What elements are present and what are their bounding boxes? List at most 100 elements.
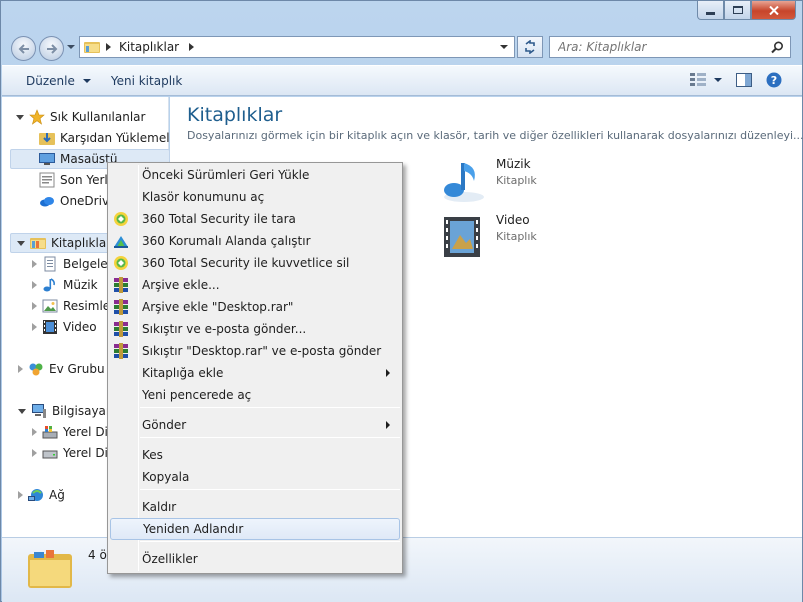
- context-menu-item[interactable]: Sıkıştır ve e-posta gönder...: [110, 318, 400, 340]
- music-note-icon: [43, 278, 55, 292]
- nav-item-label: Karşıdan Yüklemeler: [60, 131, 182, 145]
- nav-homegroup[interactable]: Ev Grubu: [18, 359, 105, 379]
- context-menu-item[interactable]: Kaldır: [110, 496, 400, 518]
- new-library-button[interactable]: Yeni kitaplık: [101, 69, 192, 93]
- caption-buttons: [697, 1, 796, 20]
- address-history-dropdown[interactable]: [500, 45, 508, 49]
- context-menu-item[interactable]: Önceki Sürümleri Geri Yükle: [110, 164, 400, 186]
- drive-icon: [42, 450, 58, 459]
- maximize-button[interactable]: [724, 1, 751, 20]
- nav-item-onedrive[interactable]: OneDrive: [39, 191, 116, 211]
- recent-pages-dropdown[interactable]: [67, 45, 75, 49]
- maximize-icon: [732, 6, 743, 14]
- context-menu-item[interactable]: Klasör konumunu aç: [110, 186, 400, 208]
- library-tile-music[interactable]: Müzik Kitaplık: [440, 157, 537, 205]
- expand-arrow-icon[interactable]: [32, 428, 37, 436]
- context-menu-separator: [140, 541, 400, 542]
- refresh-button[interactable]: [517, 36, 543, 58]
- expand-arrow-icon[interactable]: [18, 408, 26, 414]
- context-menu-item[interactable]: Arşive ekle "Desktop.rar": [110, 296, 400, 318]
- 360-security-icon: [114, 256, 128, 270]
- nav-item-pictures[interactable]: Resimler: [32, 296, 115, 316]
- search-input[interactable]: [558, 40, 758, 54]
- context-menu-item[interactable]: 360 Total Security ile tara: [110, 208, 400, 230]
- nav-computer[interactable]: Bilgisayar: [18, 401, 111, 421]
- context-menu-item-label: Yeni pencerede aç: [142, 388, 252, 402]
- minimize-icon: [706, 11, 715, 15]
- organize-button[interactable]: Düzenle: [16, 69, 101, 93]
- context-menu-item[interactable]: Arşive ekle...: [110, 274, 400, 296]
- search-box[interactable]: [549, 36, 791, 58]
- expand-arrow-icon[interactable]: [32, 302, 37, 310]
- system-drive-icon: [42, 426, 58, 439]
- libraries-folder-icon: [84, 42, 100, 53]
- expand-arrow-icon[interactable]: [18, 365, 23, 373]
- back-button[interactable]: [11, 36, 36, 61]
- nav-item-downloads[interactable]: Karşıdan Yüklemeler: [39, 128, 182, 148]
- context-menu-item[interactable]: Özellikler: [110, 548, 400, 570]
- close-button[interactable]: [751, 1, 796, 20]
- chevron-down-icon: [714, 78, 722, 82]
- page-title: Kitaplıklar: [187, 104, 283, 126]
- context-menu-item-label: 360 Korumalı Alanda çalıştır: [142, 234, 311, 248]
- nav-item-documents[interactable]: Belgeler: [32, 254, 113, 274]
- view-options-button[interactable]: [690, 73, 722, 87]
- nav-computer-label: Bilgisayar: [52, 404, 111, 418]
- context-menu-item[interactable]: 360 Total Security ile kuvvetlice sil: [110, 252, 400, 274]
- forward-button[interactable]: [39, 36, 64, 61]
- expand-arrow-icon[interactable]: [16, 114, 24, 120]
- svg-text:?: ?: [771, 74, 777, 87]
- desktop-icon: [39, 153, 55, 165]
- expand-arrow-icon[interactable]: [17, 240, 25, 246]
- expand-arrow-icon[interactable]: [18, 491, 23, 499]
- refresh-icon: [525, 40, 535, 54]
- context-menu-item[interactable]: 360 Korumalı Alanda çalıştır: [110, 230, 400, 252]
- nav-item-music[interactable]: Müzik: [32, 275, 98, 295]
- search-icon[interactable]: [771, 41, 784, 54]
- library-type: Kitaplık: [496, 230, 537, 243]
- expand-arrow-icon[interactable]: [32, 449, 37, 457]
- context-menu-item-label: Kaldır: [142, 500, 177, 514]
- status-item-count: 4 ö: [88, 548, 107, 562]
- expand-arrow-icon[interactable]: [32, 281, 37, 289]
- help-icon[interactable]: ?: [766, 72, 782, 88]
- context-menu-item[interactable]: Yeniden Adlandır: [110, 518, 400, 540]
- expand-arrow-icon[interactable]: [32, 323, 37, 331]
- context-menu-item[interactable]: Kes: [110, 444, 400, 466]
- nav-item-videos[interactable]: Video: [32, 317, 97, 337]
- nav-item-label: Müzik: [63, 278, 98, 292]
- winrar-icon: [114, 299, 128, 315]
- context-menu-item[interactable]: Kopyala: [110, 466, 400, 488]
- address-bar[interactable]: Kitaplıklar: [79, 36, 515, 58]
- nav-favorites[interactable]: Sık Kullanılanlar: [16, 107, 145, 127]
- page-description: Dosyalarınızı görmek için bir kitaplık a…: [187, 129, 803, 142]
- context-menu-item-label: Kopyala: [142, 470, 190, 484]
- context-menu-item-label: Gönder: [142, 418, 187, 432]
- library-tile-video[interactable]: Video Kitaplık: [440, 213, 537, 261]
- 360-sandbox-icon: [114, 236, 128, 248]
- nav-network-label: Ağ: [49, 488, 65, 502]
- winrar-icon: [114, 277, 128, 293]
- expand-arrow-icon[interactable]: [32, 260, 37, 268]
- computer-icon: [32, 404, 46, 418]
- 360-security-icon: [114, 212, 128, 226]
- context-menu-item[interactable]: Gönder: [110, 414, 400, 436]
- nav-item-label: Belgeler: [63, 257, 113, 271]
- context-menu-separator: [140, 407, 400, 408]
- context-menu-item[interactable]: Sıkıştır "Desktop.rar" ve e-posta gönder: [110, 340, 400, 362]
- breadcrumb-separator-icon[interactable]: [189, 43, 195, 51]
- submenu-arrow-icon: [386, 421, 390, 429]
- context-menu-item[interactable]: Yeni pencerede aç: [110, 384, 400, 406]
- library-name: Müzik: [496, 157, 531, 171]
- video-library-icon: [444, 217, 480, 257]
- context-menu-item[interactable]: Kitaplığa ekle: [110, 362, 400, 384]
- nav-network[interactable]: Ağ: [18, 485, 65, 505]
- preview-pane-icon[interactable]: [736, 73, 752, 87]
- back-arrow-icon: [18, 43, 29, 54]
- homegroup-icon: [29, 363, 43, 376]
- breadcrumb-separator-icon[interactable]: [106, 43, 111, 51]
- minimize-button[interactable]: [697, 1, 724, 20]
- recent-places-icon: [39, 172, 55, 188]
- breadcrumb-libraries[interactable]: Kitaplıklar: [119, 40, 179, 54]
- view-options-icon: [690, 73, 706, 86]
